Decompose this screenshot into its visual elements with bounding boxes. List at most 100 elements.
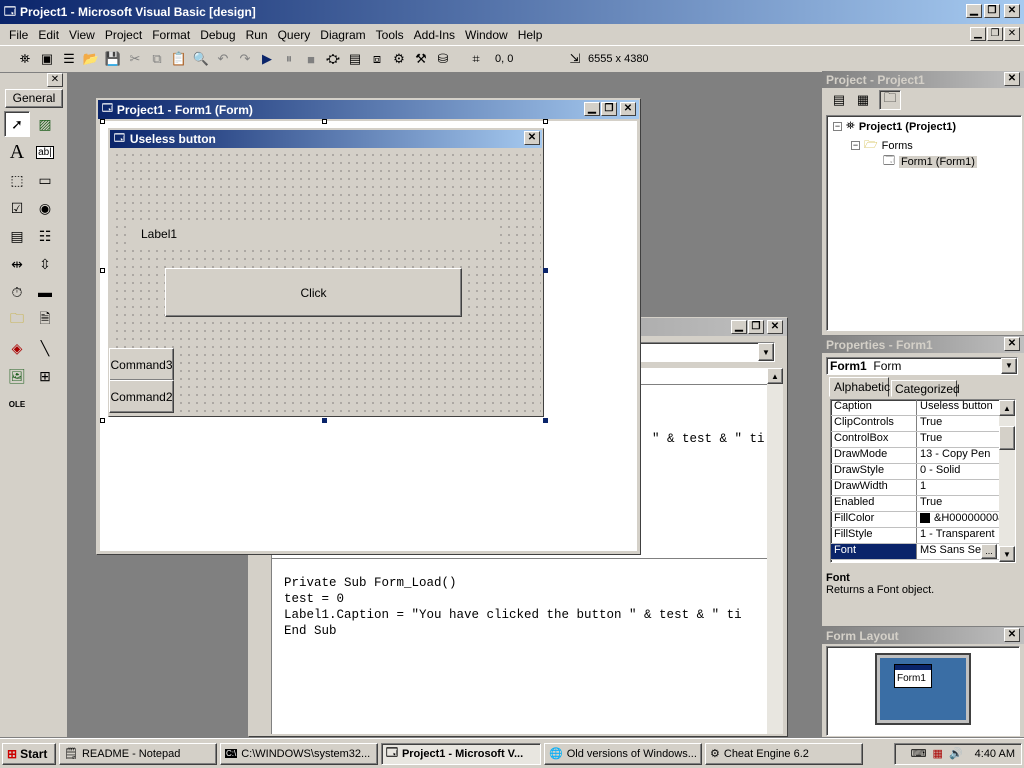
project-explorer-close-button[interactable]: ✕	[1004, 72, 1020, 86]
resize-handle-mr[interactable]	[543, 268, 548, 273]
save-icon[interactable]: 💾	[105, 51, 121, 67]
prop-row-clipcontrols[interactable]: ClipControls True	[831, 416, 1015, 432]
label-tool-icon[interactable]: A	[4, 139, 30, 165]
tree-root[interactable]: − ⛯ Project1 (Project1)	[833, 120, 956, 133]
command3-button[interactable]: Command3	[109, 348, 174, 381]
menu-editor-icon[interactable]: ☰	[61, 51, 77, 67]
form-designer-maximize-button[interactable]: ❐	[601, 102, 617, 116]
prop-scroll-thumb[interactable]	[999, 426, 1015, 450]
cut-icon[interactable]: ✂	[127, 51, 143, 67]
ole-tool-icon[interactable]: OLE	[4, 391, 30, 417]
form-designer-close-button[interactable]: ✕	[620, 102, 636, 116]
clock[interactable]: 4:40 AM	[975, 748, 1015, 760]
dirlistbox-tool-icon[interactable]: 🗀	[4, 307, 30, 333]
listbox-tool-icon[interactable]: ☷	[32, 223, 58, 249]
task-cheat-engine[interactable]: ⚙ Cheat Engine 6.2	[705, 742, 863, 765]
shape-tool-icon[interactable]: ◈	[4, 335, 30, 361]
form-layout-close-button[interactable]: ✕	[1004, 628, 1020, 642]
toolbox-close-button[interactable]: ✕	[47, 73, 63, 87]
menu-run[interactable]: Run	[241, 28, 273, 42]
hscrollbar-tool-icon[interactable]: ⇹	[4, 251, 30, 277]
project-explorer-icon[interactable]: ⛮	[325, 51, 341, 67]
image-tool-icon[interactable]: 🖼	[4, 363, 30, 389]
properties-close-button[interactable]: ✕	[1004, 337, 1020, 351]
checkbox-tool-icon[interactable]: ☑	[4, 195, 30, 221]
menu-debug[interactable]: Debug	[195, 28, 240, 42]
object-selector[interactable]: Form1 Form ▼	[826, 357, 1018, 375]
task-browser[interactable]: 🌐 Old versions of Windows...	[544, 742, 702, 765]
start-icon[interactable]: ▶	[259, 51, 275, 67]
tree-collapse-icon[interactable]: −	[833, 122, 842, 131]
menu-diagram[interactable]: Diagram	[315, 28, 370, 42]
property-grid-vscrollbar[interactable]: ▲ ▼	[999, 400, 1015, 562]
click-button[interactable]: Click	[165, 268, 462, 317]
properties-window-icon[interactable]: ▤	[347, 51, 363, 67]
view-code-icon[interactable]: ▤	[831, 92, 847, 108]
optionbutton-tool-icon[interactable]: ◉	[32, 195, 58, 221]
vscrollbar-tool-icon[interactable]: ⇳	[32, 251, 58, 277]
code-scroll-up[interactable]: ▲	[767, 368, 783, 384]
prop-row-controlbox[interactable]: ControlBox True	[831, 432, 1015, 448]
resize-handle-bm[interactable]	[322, 418, 327, 423]
frame-tool-icon[interactable]: ⬚	[4, 167, 30, 193]
filelistbox-tool-icon[interactable]: 🗎	[32, 307, 58, 333]
start-button[interactable]: ⊞ Start	[2, 742, 56, 765]
tray-app-icon[interactable]: ▦	[933, 747, 943, 760]
prop-row-fillcolor[interactable]: FillColor &H00000000&	[831, 512, 1015, 528]
toolbox-tab-general[interactable]: General	[5, 89, 63, 108]
code-maximize-button[interactable]: ❐	[748, 320, 764, 334]
prop-row-drawwidth[interactable]: DrawWidth 1	[831, 480, 1015, 496]
command2-button[interactable]: Command2	[109, 380, 174, 413]
menu-window[interactable]: Window	[460, 28, 513, 42]
open-project-icon[interactable]: 📂	[83, 51, 99, 67]
line-tool-icon[interactable]: ╲	[32, 335, 58, 361]
pointer-tool-icon[interactable]: ➚	[4, 111, 30, 137]
resize-handle-bl[interactable]	[100, 418, 105, 423]
combobox-tool-icon[interactable]: ▤	[4, 223, 30, 249]
form-layout-form[interactable]: Form1	[894, 664, 932, 688]
maximize-button[interactable]: ❐	[984, 4, 1000, 18]
prop-row-font[interactable]: Font MS Sans Serif...	[831, 544, 1015, 560]
prop-row-drawstyle[interactable]: DrawStyle 0 - Solid	[831, 464, 1015, 480]
label1[interactable]: Label1	[127, 221, 497, 249]
add-form-icon[interactable]: ▣	[39, 51, 55, 67]
commandbutton-tool-icon[interactable]: ▭	[32, 167, 58, 193]
tree-form1-item[interactable]: 🗔 Form1 (Form1)	[883, 152, 977, 171]
menu-file[interactable]: File	[4, 28, 33, 42]
tree-folder-collapse-icon[interactable]: −	[851, 141, 860, 150]
copy-icon[interactable]: ⧉	[149, 51, 165, 67]
resize-handle-tm[interactable]	[322, 119, 327, 124]
add-project-icon[interactable]: ⛯	[17, 51, 33, 67]
prop-row-caption[interactable]: Caption Useless button	[831, 400, 1015, 416]
prop-scroll-up[interactable]: ▲	[999, 400, 1015, 416]
prop-row-enabled[interactable]: Enabled True	[831, 496, 1015, 512]
task-notepad[interactable]: 🗒 README - Notepad	[59, 742, 217, 765]
mdi-close-button[interactable]: ✕	[1004, 27, 1020, 41]
object-selector-arrow[interactable]: ▼	[1001, 358, 1017, 374]
resize-handle-ml[interactable]	[100, 268, 105, 273]
procedure-dropdown[interactable]: ▼	[639, 342, 775, 362]
task-cmd[interactable]: C:\ C:\WINDOWS\system32...	[220, 742, 378, 765]
menu-add-ins[interactable]: Add-Ins	[409, 28, 460, 42]
form1[interactable]: 🗔 Useless button ✕ Label1 Click Command3…	[108, 128, 544, 417]
end-icon[interactable]: ■	[303, 51, 319, 67]
drivelistbox-tool-icon[interactable]: ▬	[32, 279, 58, 305]
resize-handle-tl[interactable]	[100, 119, 105, 124]
menu-tools[interactable]: Tools	[371, 28, 409, 42]
minimize-button[interactable]: ▁	[966, 4, 982, 18]
undo-icon[interactable]: ↶	[215, 51, 231, 67]
find-icon[interactable]: 🔍	[193, 51, 209, 67]
keyboard-icon[interactable]: ⌨	[911, 747, 927, 760]
redo-icon[interactable]: ↷	[237, 51, 253, 67]
task-vb[interactable]: 🗔 Project1 - Microsoft V...	[381, 742, 541, 765]
font-ellipsis-button[interactable]: ...	[981, 544, 997, 559]
form-designer-minimize-button[interactable]: ▁	[584, 102, 600, 116]
prop-row-drawmode[interactable]: DrawMode 13 - Copy Pen	[831, 448, 1015, 464]
prop-row-fillstyle[interactable]: FillStyle 1 - Transparent	[831, 528, 1015, 544]
toolbox-icon[interactable]: ⚒	[413, 51, 429, 67]
code-close-button[interactable]: ✕	[767, 320, 783, 334]
data-view-icon[interactable]: ⛁	[435, 51, 451, 67]
close-button[interactable]: ✕	[1004, 4, 1020, 18]
textbox-tool-icon[interactable]: ab|	[32, 139, 58, 165]
code-vscrollbar[interactable]: ▲	[767, 368, 783, 734]
